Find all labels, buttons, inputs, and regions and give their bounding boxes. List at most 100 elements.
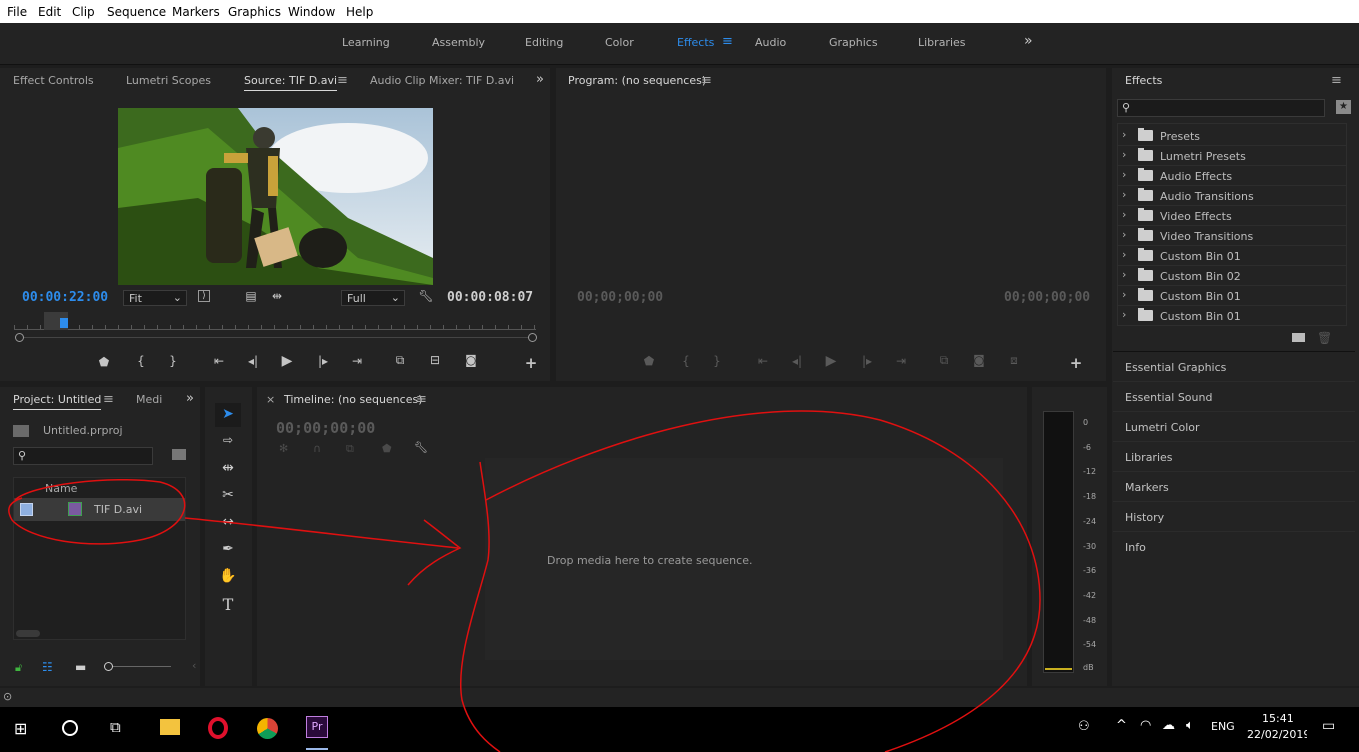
slip-tool-icon[interactable]: ↔ xyxy=(218,514,238,530)
camera-icon[interactable]: ◙ xyxy=(970,353,988,367)
panel-menu-icon[interactable]: ≡ xyxy=(1331,73,1342,88)
go-to-out-icon[interactable]: ⇥ xyxy=(348,354,366,368)
menu-file[interactable]: File xyxy=(7,5,27,19)
zoom-handle-right[interactable] xyxy=(528,333,537,342)
snap-icon[interactable]: ∩ xyxy=(313,442,321,455)
mark-in-icon[interactable]: { xyxy=(132,354,150,368)
new-custom-bin-icon[interactable] xyxy=(1292,333,1305,342)
resolution-dropdown[interactable]: Full ⌄ xyxy=(341,290,405,306)
nest-toggle-icon[interactable]: ✻ xyxy=(279,442,288,455)
mark-in-icon[interactable]: { xyxy=(677,354,695,368)
panel-menu-icon[interactable]: ≡ xyxy=(103,392,114,407)
go-to-out-icon[interactable]: ⇥ xyxy=(892,354,910,368)
clock-time[interactable]: 15:41 xyxy=(1262,712,1294,725)
panel-markers[interactable]: Markers xyxy=(1113,472,1355,502)
step-back-icon[interactable]: ◂| xyxy=(244,354,262,368)
add-marker-icon[interactable]: ⬟ xyxy=(382,442,392,455)
menu-window[interactable]: Window xyxy=(288,5,335,19)
new-bin-accelerator-icon[interactable]: ★ xyxy=(1336,100,1351,114)
source-timecode-in[interactable]: 00:00:22:00 xyxy=(22,290,108,305)
more-workspaces-icon[interactable]: » xyxy=(1024,33,1033,49)
insert-icon[interactable]: ⧉ xyxy=(391,353,409,368)
label-color-swatch[interactable] xyxy=(20,503,33,516)
mark-out-icon[interactable]: } xyxy=(164,354,182,368)
horizontal-scrollbar[interactable] xyxy=(16,630,40,637)
tab-project[interactable]: Project: Untitled xyxy=(13,393,102,410)
go-to-in-icon[interactable]: ⇤ xyxy=(210,354,228,368)
source-zoom-bar[interactable] xyxy=(19,337,533,338)
panel-lumetri-color[interactable]: Lumetri Color xyxy=(1113,412,1355,442)
effects-search-input[interactable]: ⚲ xyxy=(1117,99,1325,117)
zoom-slider-handle[interactable] xyxy=(104,662,113,671)
source-playhead[interactable] xyxy=(60,318,68,328)
razor-tool-icon[interactable]: ✂ xyxy=(218,487,238,503)
workspace-color[interactable]: Color xyxy=(605,36,634,49)
tab-timeline[interactable]: Timeline: (no sequences) xyxy=(284,393,423,409)
tab-program[interactable]: Program: (no sequences) xyxy=(568,74,706,90)
step-back-icon[interactable]: ◂| xyxy=(788,354,806,368)
menu-clip[interactable]: Clip xyxy=(72,5,95,19)
language-indicator[interactable]: ENG xyxy=(1211,720,1235,733)
workspace-graphics[interactable]: Graphics xyxy=(829,36,878,49)
effects-item-video-transitions[interactable]: › Video Transitions xyxy=(1118,226,1346,246)
selection-tool-icon[interactable]: ➤ xyxy=(218,406,238,422)
file-explorer-icon[interactable] xyxy=(160,719,180,735)
workspace-learning[interactable]: Learning xyxy=(342,36,390,49)
windows-start-icon[interactable]: ⊞ xyxy=(14,719,27,738)
onedrive-icon[interactable]: ☁ xyxy=(1162,718,1175,733)
effects-item-presets[interactable]: › Presets xyxy=(1118,126,1346,146)
go-to-in-icon[interactable]: ⇤ xyxy=(754,354,772,368)
effects-item-lumetri-presets[interactable]: › Lumetri Presets xyxy=(1118,146,1346,166)
tab-effect-controls[interactable]: Effect Controls xyxy=(13,74,94,87)
people-icon[interactable]: ⚇ xyxy=(1078,719,1090,734)
lock-icon[interactable]: 🔓︎ xyxy=(15,661,22,675)
add-button-icon[interactable]: + xyxy=(1067,354,1085,372)
workspace-assembly[interactable]: Assembly xyxy=(432,36,485,49)
source-time-ruler[interactable] xyxy=(14,320,536,330)
panel-history[interactable]: History xyxy=(1113,502,1355,532)
lift-icon[interactable]: ⧉ xyxy=(935,353,953,368)
effects-item-custom-bin[interactable]: › Custom Bin 01 xyxy=(1118,306,1346,326)
effects-item-audio-effects[interactable]: › Audio Effects xyxy=(1118,166,1346,186)
close-icon[interactable]: × xyxy=(266,393,275,406)
effects-item-video-effects[interactable]: › Video Effects xyxy=(1118,206,1346,226)
project-search-input[interactable]: ⚲ xyxy=(13,447,153,465)
clock-date[interactable]: 22/02/2019 xyxy=(1247,728,1307,744)
ripple-edit-tool-icon[interactable]: ⇹ xyxy=(218,460,238,476)
menu-markers[interactable]: Markers xyxy=(172,5,220,19)
pen-tool-icon[interactable]: ✒ xyxy=(218,541,238,557)
new-search-bin-icon[interactable] xyxy=(172,449,186,460)
play-icon[interactable]: ▶ xyxy=(278,353,296,369)
trash-icon[interactable]: 🗑︎ xyxy=(1317,331,1332,345)
tab-lumetri-scopes[interactable]: Lumetri Scopes xyxy=(126,74,211,87)
task-view-icon[interactable]: ⧉ xyxy=(110,718,121,736)
panel-essential-graphics[interactable]: Essential Graphics xyxy=(1113,352,1355,382)
add-marker-icon[interactable]: ⬟ xyxy=(640,354,658,368)
step-forward-icon[interactable]: |▸ xyxy=(858,354,876,368)
source-video-frame[interactable] xyxy=(118,108,433,285)
workspace-effects[interactable]: Effects xyxy=(677,36,714,49)
wrench-icon[interactable]: 🔧︎ xyxy=(414,441,428,454)
more-tabs-icon[interactable]: » xyxy=(536,72,544,87)
menu-edit[interactable]: Edit xyxy=(38,5,61,19)
project-item-row[interactable]: TIF D.avi xyxy=(14,498,185,521)
effects-item-custom-bin[interactable]: › Custom Bin 02 xyxy=(1118,266,1346,286)
wifi-icon[interactable]: ◠ xyxy=(1140,718,1151,733)
hamburger-icon[interactable]: ≡ xyxy=(722,34,733,49)
volume-icon[interactable]: 🔈︎ xyxy=(1186,718,1194,733)
play-icon[interactable]: ▶ xyxy=(822,353,840,369)
zoom-slider[interactable] xyxy=(108,666,171,667)
column-header-name[interactable]: Name xyxy=(45,482,77,495)
search-icon[interactable] xyxy=(62,720,78,736)
more-tabs-icon[interactable]: » xyxy=(186,391,194,406)
add-button-icon[interactable]: + xyxy=(522,354,540,372)
effects-item-custom-bin[interactable]: › Custom Bin 01 xyxy=(1118,246,1346,266)
track-select-tool-icon[interactable]: ⇨ xyxy=(218,433,238,447)
zoom-handle-left[interactable] xyxy=(15,333,24,342)
opera-icon[interactable] xyxy=(208,717,228,739)
premiere-pro-icon[interactable]: Pr xyxy=(306,716,328,738)
menu-help[interactable]: Help xyxy=(346,5,373,19)
panel-libraries[interactable]: Libraries xyxy=(1113,442,1355,472)
drag-video-icon[interactable]: ⇹ xyxy=(268,289,286,303)
fit-dropdown[interactable]: Fit ⌄ xyxy=(123,290,187,306)
